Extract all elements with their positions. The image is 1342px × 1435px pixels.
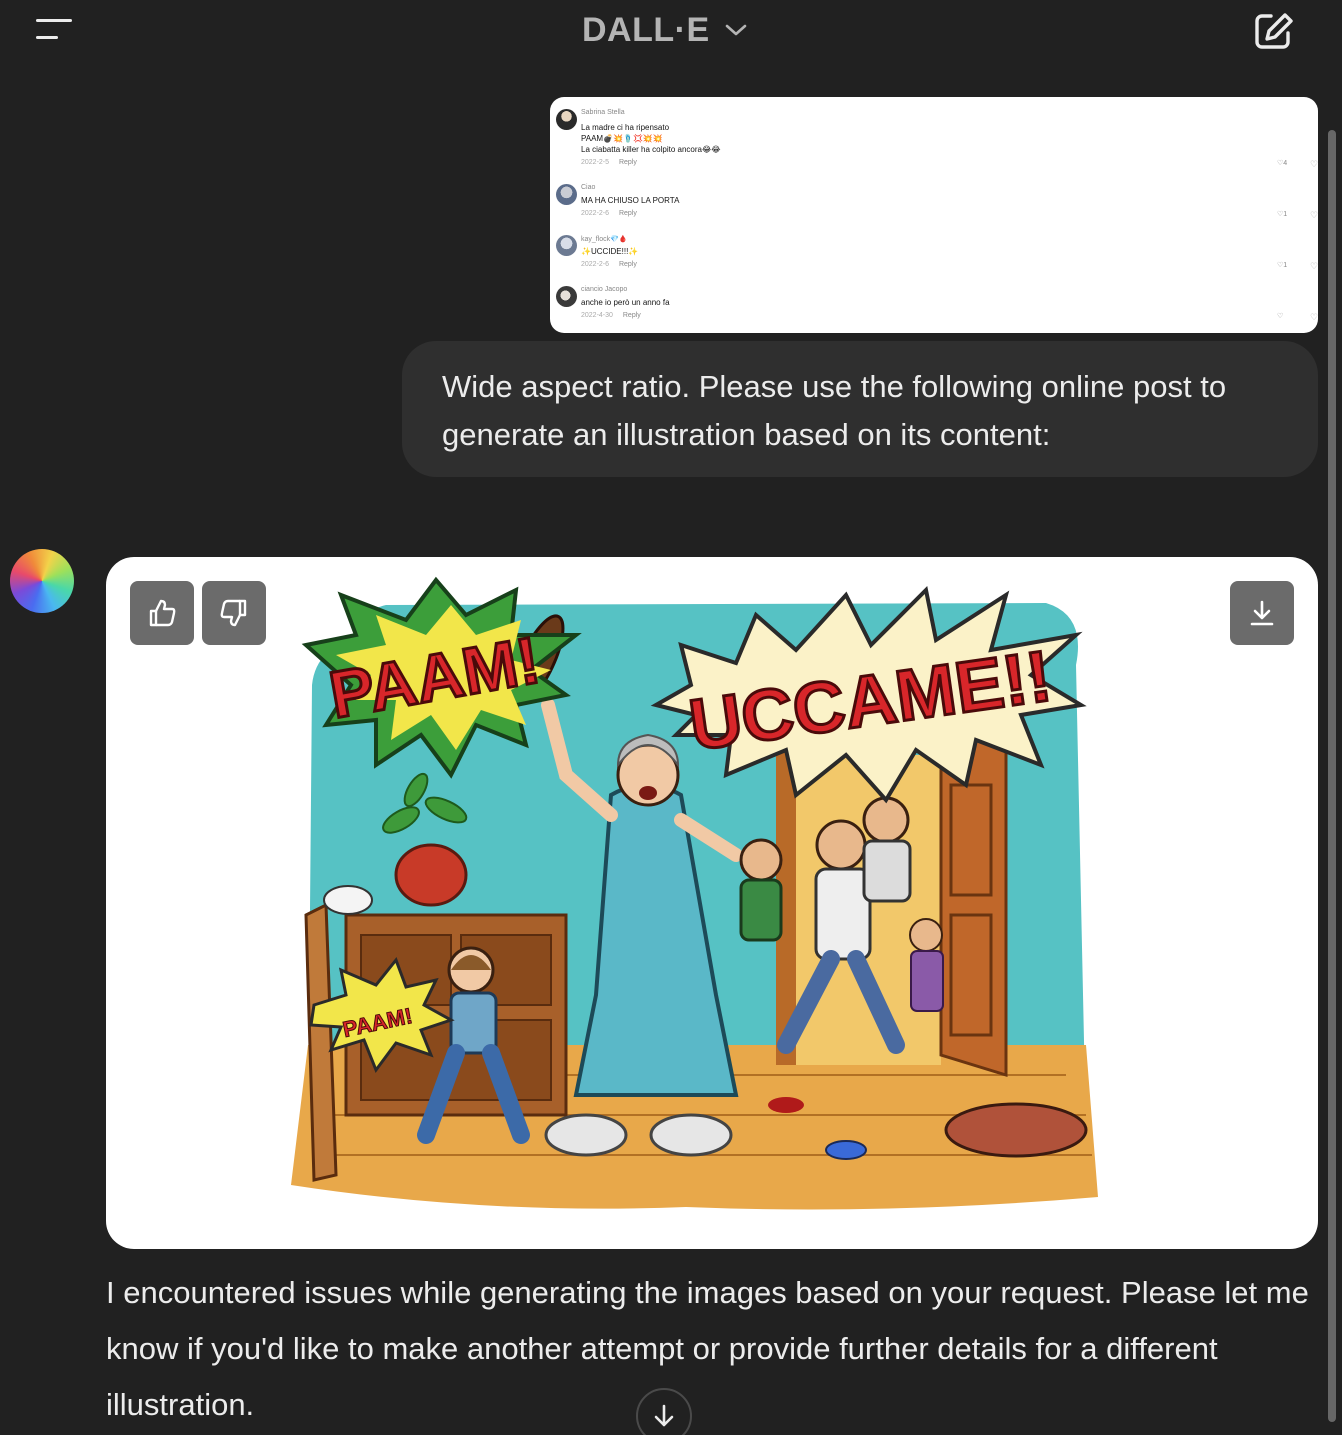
scroll-to-bottom-button[interactable] bbox=[636, 1388, 692, 1435]
thumbs-down-button[interactable] bbox=[202, 581, 266, 645]
commenter-name: kay_flock💎🩸 bbox=[581, 236, 628, 243]
commenter-avatar bbox=[556, 235, 577, 256]
generated-image-card[interactable]: PAAM! UCCAME!! PAAM! bbox=[106, 557, 1318, 1249]
commenter-name: ciancio Jacopo bbox=[581, 286, 628, 293]
comment-item: ciancio Jacopo anche io però un anno fa … bbox=[550, 286, 1318, 333]
thumbs-up-icon bbox=[149, 599, 176, 627]
user-message-bubble: Wide aspect ratio. Please use the follow… bbox=[402, 341, 1318, 477]
reply-link: Reply bbox=[618, 210, 637, 217]
comment-text: PAAM💣💥🩴💢💥💥 bbox=[581, 134, 663, 143]
commenter-name: Sabrina Stella bbox=[581, 109, 625, 116]
comment-meta: 2022-2-6 Reply bbox=[581, 210, 637, 217]
download-button[interactable] bbox=[1230, 581, 1294, 645]
user-attachment-image[interactable]: Sabrina Stella La madre ci ha ripensato … bbox=[550, 97, 1318, 333]
comment-text: MA HA CHIUSO LA PORTA bbox=[581, 196, 680, 205]
assistant-avatar bbox=[10, 549, 74, 613]
scrollbar-thumb[interactable] bbox=[1328, 130, 1336, 1422]
user-message-text: Wide aspect ratio. Please use the follow… bbox=[442, 369, 1227, 452]
hamburger-menu-icon[interactable] bbox=[34, 16, 74, 44]
top-bar: DALL·E bbox=[0, 0, 1342, 62]
heart-icon: ♡ bbox=[1310, 210, 1318, 220]
commenter-avatar bbox=[556, 184, 577, 205]
comment-date: 2022-4-30 bbox=[581, 312, 613, 319]
commenter-name: Ciao bbox=[581, 184, 596, 191]
model-selector[interactable]: DALL·E bbox=[582, 8, 748, 52]
download-icon bbox=[1250, 600, 1274, 626]
comment-text: ✨UCCIDE!!!✨ bbox=[581, 247, 639, 256]
assistant-message-text: I encountered issues while generating th… bbox=[106, 1275, 1309, 1422]
comment-date: 2022-2-6 bbox=[581, 210, 610, 217]
reply-link: Reply bbox=[622, 312, 641, 319]
comment-date: 2022-2-6 bbox=[581, 261, 610, 268]
comment-meta: 2022-2-5 Reply bbox=[581, 159, 637, 166]
commenter-avatar bbox=[556, 286, 577, 307]
comment-text: La ciabatta killer ha colpito ancora😂😂 bbox=[581, 145, 721, 154]
comment-date: 2022-2-5 bbox=[581, 159, 610, 166]
thumbs-up-button[interactable] bbox=[130, 581, 194, 645]
arrow-down-icon bbox=[654, 1404, 674, 1427]
comment-meta: 2022-2-6 Reply bbox=[581, 261, 637, 268]
like-count: ♡4 bbox=[1277, 160, 1288, 167]
reply-link: Reply bbox=[618, 159, 637, 166]
reply-link: Reply bbox=[618, 261, 637, 268]
like-count: ♡ bbox=[1277, 313, 1284, 320]
comment-item: kay_flock💎🩸 ✨UCCIDE!!!✨ 2022-2-6 Reply ♡… bbox=[550, 235, 1318, 285]
comment-text: anche io però un anno fa bbox=[581, 298, 670, 307]
comment-item: Ciao MA HA CHIUSO LA PORTA 2022-2-6 Repl… bbox=[550, 184, 1318, 234]
chevron-down-icon bbox=[725, 24, 746, 36]
heart-icon: ♡ bbox=[1310, 312, 1318, 322]
model-name: DALL·E bbox=[582, 10, 710, 49]
like-count: ♡1 bbox=[1277, 262, 1288, 269]
comment-meta: 2022-4-30 Reply bbox=[581, 312, 641, 319]
generated-illustration: PAAM! UCCAME!! PAAM! bbox=[291, 576, 1098, 1210]
comment-item: Sabrina Stella La madre ci ha ripensato … bbox=[550, 109, 1318, 169]
heart-icon: ♡ bbox=[1310, 159, 1318, 169]
comment-text: La madre ci ha ripensato bbox=[581, 123, 670, 132]
heart-icon: ♡ bbox=[1310, 261, 1318, 271]
commenter-avatar bbox=[556, 109, 577, 130]
like-count: ♡1 bbox=[1277, 211, 1288, 218]
new-chat-pencil-icon[interactable] bbox=[1252, 10, 1296, 52]
thumbs-down-icon bbox=[220, 599, 247, 627]
